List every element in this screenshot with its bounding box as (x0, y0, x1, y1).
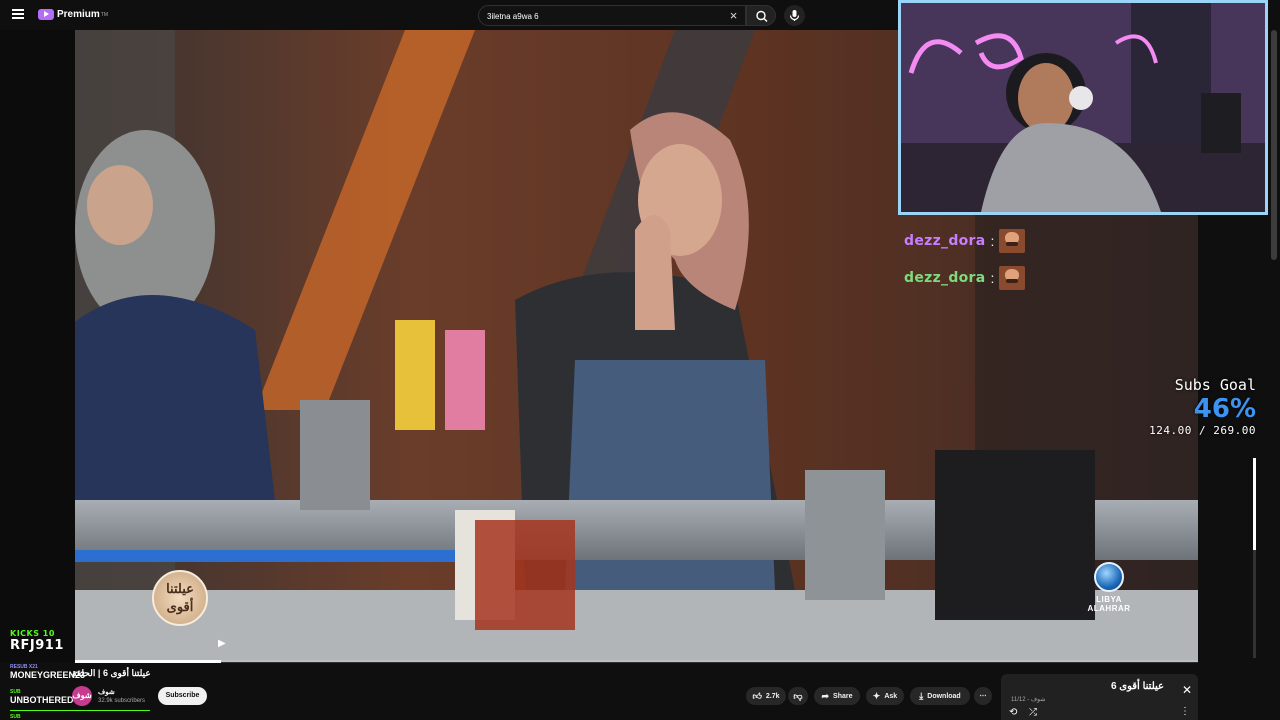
share-icon: ➦ (821, 690, 830, 701)
sparkle-icon: ✦ (872, 690, 881, 701)
clear-search-icon[interactable]: × (726, 8, 741, 23)
share-label: Share (833, 692, 853, 700)
close-icon[interactable]: ✕ (1182, 683, 1192, 697)
left-dark-area (0, 30, 75, 662)
microphone-icon (789, 10, 800, 21)
subs-goal-widget: Subs Goal 46% 124.00 / 269.00 (1120, 376, 1256, 437)
menu-icon[interactable] (12, 7, 28, 23)
subs-goal-percent: 46% (1193, 394, 1256, 424)
playlist-panel: عيلتنا أقوى 6 ✕ 11/12 - شوف ⟲ ⤮ ⋮ (1001, 674, 1198, 720)
kick-event-user: RFJ911 (10, 638, 64, 653)
globe-icon (1094, 562, 1124, 592)
chat-message: dezz_dora : (904, 259, 1204, 296)
libya-logo-line1: LIBYA (1096, 595, 1122, 604)
sidebar-area (1198, 215, 1280, 662)
show-logo-line1: عيلتنا (166, 581, 194, 596)
download-button[interactable]: ⤓ Download (910, 687, 970, 705)
ask-label: Ask (884, 692, 898, 700)
logo-trademark: TM (100, 11, 109, 18)
thumbs-up-icon: 👍︎ (752, 690, 762, 701)
event-divider (10, 710, 150, 711)
playlist-more-icon[interactable]: ⋮ (1180, 706, 1190, 717)
subs-goal-bar (1253, 458, 1256, 658)
play-icon[interactable]: ▶ (218, 638, 226, 649)
sub-event-label-2: SUB (10, 714, 21, 720)
video-progress-bar[interactable] (75, 660, 1198, 663)
chat-username: dezz_dora (904, 269, 986, 286)
scrollbar[interactable] (1271, 30, 1277, 260)
show-logo: عيلتنا أقوى (152, 570, 208, 626)
channel-name[interactable]: شوف (98, 688, 115, 696)
search-box: × (478, 5, 746, 26)
subs-goal-title: Subs Goal (1174, 376, 1256, 394)
subs-goal-count: 124.00 / 269.00 (1149, 424, 1256, 437)
video-title: عيلتنا أقوى 6 | الحلقة (72, 668, 151, 678)
download-label: Download (927, 692, 961, 700)
face-emote-icon (999, 228, 1026, 253)
video-progress-fill (75, 660, 221, 663)
playlist-position: 11/12 - شوف (1011, 697, 1046, 703)
channel-avatar[interactable]: شوف (72, 686, 92, 706)
youtube-premium-logo[interactable]: Premium TM (38, 9, 108, 20)
channel-subscribers: 32.9k subscribers (98, 698, 146, 704)
chat-message: dezz_dora : (904, 222, 1204, 259)
like-count: 2.7k (765, 692, 780, 700)
subscribe-button[interactable]: Subscribe (158, 687, 207, 705)
stream-chat: dezz_dora : dezz_dora : (904, 200, 1204, 296)
youtube-play-icon (38, 9, 54, 20)
chat-separator: : (990, 269, 995, 286)
face-emote-icon (999, 265, 1026, 290)
subs-goal-bar-fill (1253, 458, 1256, 550)
download-icon: ⤓ (919, 690, 924, 701)
libya-logo-line2: ALAHRAR (1087, 604, 1131, 613)
more-actions-button[interactable]: ⋯ (974, 687, 992, 705)
shuffle-icon[interactable]: ⤮ (1029, 707, 1037, 718)
top-bar: Premium TM × (0, 0, 900, 30)
playlist-title[interactable]: عيلتنا أقوى 6 (1111, 681, 1164, 692)
search-button[interactable] (746, 5, 776, 26)
share-button[interactable]: ➦ Share (814, 687, 860, 705)
chat-username: dezz_dora (904, 232, 986, 249)
search-input[interactable] (487, 10, 717, 22)
more-icon: ⋯ (979, 693, 987, 700)
libya-alahrar-logo: LIBYA ALAHRAR (1082, 562, 1136, 613)
ask-button[interactable]: ✦ Ask (866, 687, 904, 705)
kick-event: KICKS 10 RFJ911 (10, 629, 64, 653)
voice-search-button[interactable] (784, 5, 805, 26)
search-icon (756, 10, 768, 22)
like-button[interactable]: 👍︎ 2.7k (746, 687, 786, 705)
loop-icon[interactable]: ⟲ (1009, 707, 1017, 718)
show-logo-line2: أقوى (166, 599, 194, 614)
webcam-image (901, 3, 1265, 212)
logo-text: Premium (57, 9, 100, 20)
streamer-webcam (898, 0, 1268, 215)
kick-event-label: KICKS 10 (10, 629, 55, 638)
chat-separator: : (990, 232, 995, 249)
app-root: Premium TM × (0, 0, 1280, 720)
dislike-button[interactable]: 👎︎ (788, 687, 808, 705)
thumbs-down-icon: 👎︎ (793, 690, 803, 701)
